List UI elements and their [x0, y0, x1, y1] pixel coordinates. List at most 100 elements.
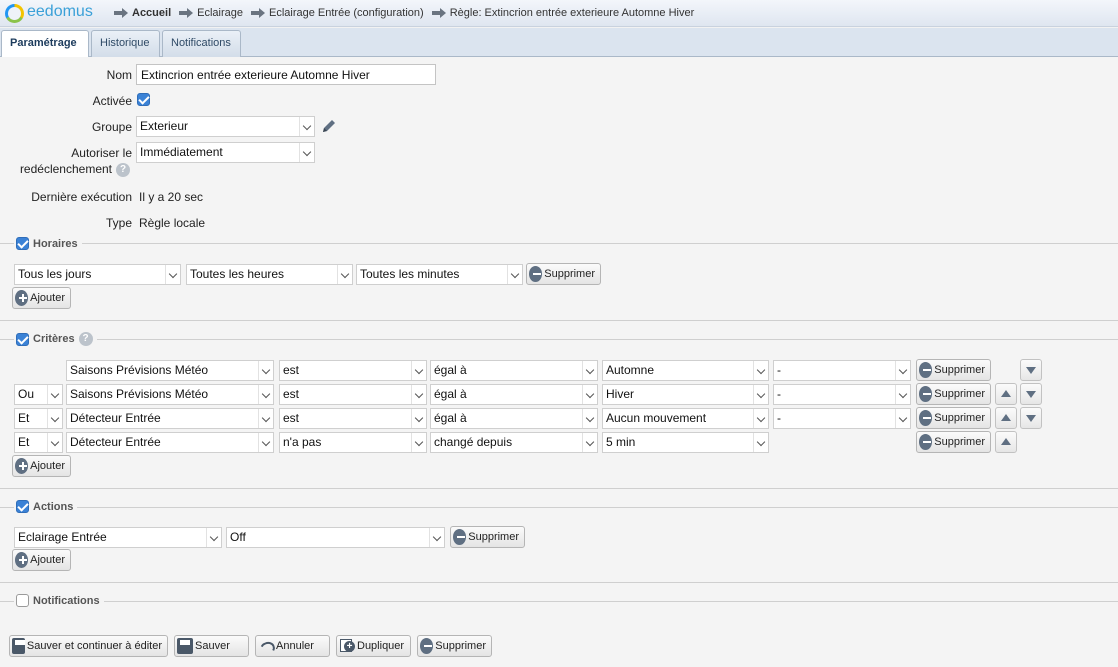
groupe-select[interactable]: Exterieur [136, 116, 315, 137]
plus-circle-icon [15, 552, 29, 568]
minus-circle-icon [919, 410, 933, 426]
critere-value-select[interactable]: Automne [602, 360, 769, 381]
critere-value-select[interactable]: 5 min [602, 432, 769, 453]
critere-value-select[interactable]: Aucun mouvement [602, 408, 769, 429]
critere-comparator-select[interactable]: égal à [430, 408, 598, 429]
top-bar: eedomus Accueil Eclairage Eclairage Entr… [0, 0, 1118, 27]
breadcrumb-item-accueil[interactable]: Accueil [114, 7, 171, 19]
undo-icon [258, 638, 274, 654]
criteres-ajouter-button[interactable]: Ajouter [12, 455, 71, 477]
notifications-header: Notifications [14, 594, 104, 607]
minus-circle-icon [919, 386, 933, 402]
help-icon[interactable]: ? [116, 163, 130, 177]
chevron-down-icon [165, 265, 180, 284]
action-device-select[interactable]: Eclairage Entrée [14, 527, 222, 548]
critere-operator-select[interactable]: n'a pas [279, 432, 427, 453]
critere-operator-select[interactable]: est [279, 408, 427, 429]
critere-comparator-select[interactable]: égal à [430, 360, 598, 381]
tab-notifications[interactable]: Notifications [162, 30, 241, 57]
duplicate-icon [339, 638, 355, 654]
section-divider [0, 488, 1118, 489]
horaires-header: Horaires [14, 237, 82, 250]
save-button[interactable]: Sauver [174, 635, 249, 657]
notifications-checkbox[interactable] [16, 594, 29, 607]
critere-conjunction-select[interactable]: Et [14, 408, 63, 429]
chevron-down-icon [753, 409, 768, 428]
help-icon[interactable]: ? [78, 332, 93, 346]
tab-bar: Paramétrage Historique Notifications [0, 28, 1118, 58]
actions-ajouter-button[interactable]: Ajouter [12, 549, 71, 571]
action-value-select[interactable]: Off [226, 527, 445, 548]
move-down-button[interactable] [1020, 383, 1042, 405]
critere-supprimer-button[interactable]: Supprimer [916, 431, 991, 453]
chevron-down-icon [582, 385, 597, 404]
tab-parametrage[interactable]: Paramétrage [1, 30, 89, 58]
chevron-down-icon [258, 385, 273, 404]
move-up-button[interactable] [995, 407, 1017, 429]
critere-extra-select[interactable]: - [773, 408, 911, 429]
minus-circle-icon [453, 529, 467, 545]
critere-supprimer-button[interactable]: Supprimer [916, 359, 991, 381]
arrow-right-icon [431, 8, 447, 18]
section-divider [0, 507, 1118, 508]
critere-operator-select[interactable]: est [279, 384, 427, 405]
chevron-down-icon [411, 361, 426, 380]
nom-input[interactable] [136, 64, 436, 85]
critere-conjunction-select[interactable]: Ou [14, 384, 63, 405]
action-supprimer-button[interactable]: Supprimer [450, 526, 525, 548]
section-divider [0, 243, 1118, 244]
critere-comparator-select[interactable]: égal à [430, 384, 598, 405]
activee-checkbox[interactable] [137, 93, 150, 106]
horaires-ajouter-button[interactable]: Ajouter [12, 287, 71, 309]
delete-button[interactable]: Supprimer [417, 635, 492, 657]
cancel-button[interactable]: Annuler [255, 635, 330, 657]
pencil-edit-icon[interactable] [320, 117, 338, 135]
horaires-heures-select[interactable]: Toutes les heures [186, 264, 353, 285]
critere-value-select[interactable]: Hiver [602, 384, 769, 405]
move-up-button[interactable] [995, 383, 1017, 405]
horaires-supprimer-button[interactable]: Supprimer [526, 263, 601, 285]
move-down-button[interactable] [1020, 359, 1042, 381]
actions-checkbox[interactable] [16, 500, 29, 513]
critere-device-select[interactable]: Saisons Prévisions Météo [66, 384, 274, 405]
chevron-down-icon [895, 409, 910, 428]
critere-extra-select[interactable]: - [773, 384, 911, 405]
chevron-down-icon [753, 433, 768, 452]
critere-supprimer-button[interactable]: Supprimer [916, 383, 991, 405]
chevron-down-icon [206, 528, 221, 547]
chevron-down-icon [582, 409, 597, 428]
autoriser-select[interactable]: Immédiatement [136, 142, 315, 163]
floppy-disk-icon [12, 638, 25, 654]
chevron-down-icon [411, 409, 426, 428]
nom-label: Nom [106, 68, 132, 82]
critere-device-select[interactable]: Détecteur Entrée [66, 432, 274, 453]
breadcrumb-item-eclairage[interactable]: Eclairage [179, 7, 243, 19]
chevron-down-icon [429, 528, 444, 547]
critere-conjunction-select[interactable]: Et [14, 432, 63, 453]
section-divider [0, 320, 1118, 321]
critere-supprimer-button[interactable]: Supprimer [916, 407, 991, 429]
chevron-down-icon [753, 385, 768, 404]
critere-comparator-select[interactable]: changé depuis [430, 432, 598, 453]
arrow-right-icon [179, 8, 194, 18]
critere-device-select[interactable]: Détecteur Entrée [66, 408, 274, 429]
move-up-button[interactable] [995, 431, 1017, 453]
criteres-checkbox[interactable] [16, 332, 29, 346]
type-value: Règle locale [139, 216, 206, 230]
critere-device-select[interactable]: Saisons Prévisions Météo [66, 360, 274, 381]
breadcrumb-item-rule: Règle: Extincrion entrée exterieure Auto… [431, 7, 694, 19]
save-continue-button[interactable]: Sauver et continuer à éditer [9, 635, 168, 657]
floppy-disk-icon [177, 638, 193, 654]
horaires-checkbox[interactable] [16, 237, 29, 250]
move-down-button[interactable] [1020, 407, 1042, 429]
tab-historique[interactable]: Historique [91, 30, 160, 57]
section-divider [0, 582, 1118, 583]
type-label: Type [105, 216, 132, 230]
breadcrumb-item-device[interactable]: Eclairage Entrée (configuration) [251, 7, 424, 19]
autoriser-label-line2: redéclenchement [19, 162, 112, 176]
critere-operator-select[interactable]: est [279, 360, 427, 381]
horaires-minutes-select[interactable]: Toutes les minutes [356, 264, 523, 285]
horaires-jours-select[interactable]: Tous les jours [14, 264, 181, 285]
critere-extra-select[interactable]: - [773, 360, 911, 381]
duplicate-button[interactable]: Dupliquer [336, 635, 411, 657]
